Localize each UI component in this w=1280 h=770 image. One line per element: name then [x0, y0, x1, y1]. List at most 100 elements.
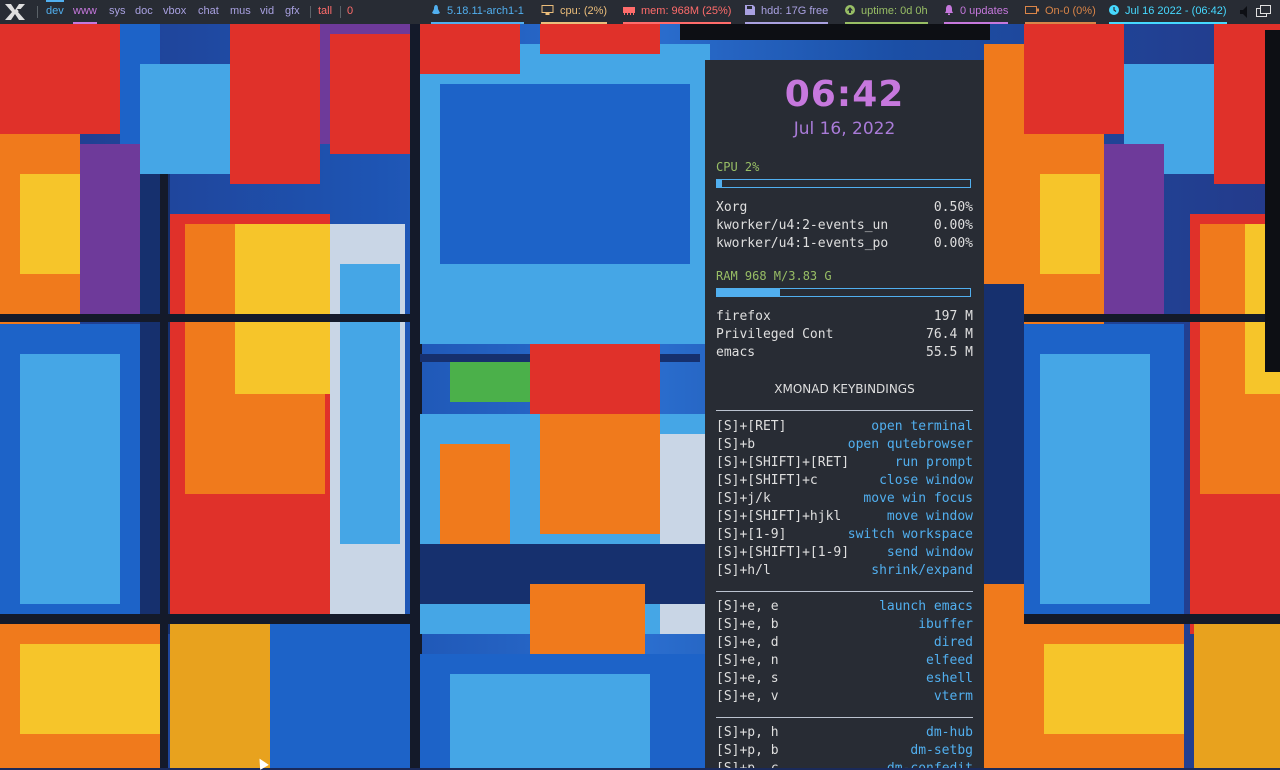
- cpu-process-row-key: kworker/u4:1-events_po: [716, 236, 889, 251]
- monitor-icon: [541, 5, 554, 15]
- keybinding-row: [S]+p, b dm-setbg: [716, 742, 973, 760]
- cpu-process-row-value: 0.00%: [933, 236, 973, 251]
- keybinding-row-key: [S]+p, c: [716, 760, 779, 768]
- floppy-disk-icon: [745, 5, 755, 15]
- ram-process-row-value: 76.4 M: [926, 327, 973, 342]
- workspace-vbox[interactable]: vbox: [163, 0, 186, 24]
- uptime-value: uptime: 0d 0h: [861, 5, 928, 17]
- cpu-process-row-value: 0.00%: [933, 218, 973, 233]
- keybinding-row: [S]+[RET] open terminal: [716, 418, 973, 436]
- keybinding-row-value: eshell: [926, 671, 973, 686]
- workspace-www[interactable]: www: [73, 0, 97, 24]
- keybinding-row-value: elfeed: [926, 653, 973, 668]
- layout-indicator[interactable]: tall: [318, 0, 332, 24]
- keybinding-row: [S]+e, s eshell: [716, 670, 973, 688]
- ram-process-row-key: emacs: [716, 345, 756, 360]
- keybinding-row-value: switch workspace: [847, 527, 973, 542]
- keybindings-heading: XMONAD KEYBINDINGS: [774, 382, 915, 396]
- keybinding-row: [S]+[1-9] switch workspace: [716, 526, 973, 544]
- ram-process-row-value: 55.5 M: [926, 345, 973, 360]
- keybinding-row: [S]+e, d dired: [716, 634, 973, 652]
- divider: [716, 410, 973, 411]
- cpu-process-row: Xorg 0.50%: [716, 199, 973, 217]
- keybinding-row: [S]+j/k move win focus: [716, 490, 973, 508]
- keybinding-row-key: [S]+p, b: [716, 743, 779, 758]
- xmonad-logo-icon: [5, 4, 25, 20]
- separator: [310, 6, 311, 18]
- conky-panel: 06:42 Jul 16, 2022 CPU 2% Xorg 0.50% kwork…: [705, 60, 984, 768]
- ram-bar-fill: [717, 289, 781, 296]
- keybinding-row-key: [S]+[SHIFT]+hjkl: [716, 509, 842, 524]
- keybinding-row-value: open qutebrowser: [847, 437, 973, 452]
- workspace-doc[interactable]: doc: [135, 0, 153, 24]
- workspace-dev[interactable]: dev: [46, 0, 64, 24]
- keybinding-row-key: [S]+j/k: [716, 491, 771, 506]
- system-tray-icon[interactable]: [1256, 5, 1271, 19]
- uptime-module: uptime: 0d 0h: [845, 0, 928, 24]
- kernel-module: 5.18.11-arch1-1: [431, 0, 524, 24]
- keybinding-row-key: [S]+[RET]: [716, 419, 787, 434]
- memory-chip-icon: [623, 7, 635, 15]
- updates-module[interactable]: 0 updates: [944, 0, 1009, 24]
- keybinding-row-value: send window: [886, 545, 973, 560]
- keybinding-row: [S]+[SHIFT]+hjkl move window: [716, 508, 973, 526]
- keybinding-row-value: vterm: [933, 689, 973, 704]
- keybinding-row-key: [S]+[SHIFT]+c: [716, 473, 818, 488]
- cpu-process-row: kworker/u4:1-events_po 0.00%: [716, 235, 973, 253]
- keybinding-row: [S]+p, c dm-confedit: [716, 760, 973, 768]
- separator: [37, 6, 38, 18]
- keybinding-row-key: [S]+e, v: [716, 689, 779, 704]
- keybinding-row-key: [S]+[1-9]: [716, 527, 787, 542]
- keybinding-row: [S]+e, e launch emacs: [716, 598, 973, 616]
- keybinding-row-value: run prompt: [894, 455, 973, 470]
- keybinding-row: [S]+e, b ibuffer: [716, 616, 973, 634]
- workspace-chat[interactable]: chat: [198, 0, 219, 24]
- keybinding-row-key: [S]+e, n: [716, 653, 779, 668]
- keybinding-row-value: shrink/expand: [871, 563, 973, 578]
- cpu-bar: [716, 179, 971, 188]
- conky-clock: 06:42: [784, 74, 905, 115]
- keybinding-row: [S]+[SHIFT]+[RET] run prompt: [716, 454, 973, 472]
- cpu-usage: cpu: (2%): [560, 5, 608, 17]
- cpu-process-row-key: Xorg: [716, 200, 748, 215]
- keybinding-row-key: [S]+e, b: [716, 617, 779, 632]
- cpu-bar-fill: [717, 180, 723, 187]
- window-count: 0: [347, 5, 354, 17]
- keybinding-row-value: dired: [933, 635, 973, 650]
- kernel-version: 5.18.11-arch1-1: [447, 5, 524, 17]
- keybinding-row-key: [S]+[SHIFT]+[1-9]: [716, 545, 850, 560]
- keybinding-row: [S]+p, h dm-hub: [716, 724, 973, 742]
- hdd-module: hdd: 17G free: [745, 0, 829, 24]
- keybinding-row: [S]+[SHIFT]+[1-9] send window: [716, 544, 973, 562]
- ram-label: RAM 968 M/3.83 G: [716, 269, 832, 283]
- divider: [716, 591, 973, 592]
- keybinding-row-value: close window: [879, 473, 973, 488]
- keybinding-row-key: [S]+e, s: [716, 671, 779, 686]
- keybinding-row-value: move window: [886, 509, 973, 524]
- keybinding-row: [S]+[SHIFT]+c close window: [716, 472, 973, 490]
- desktop-wallpaper: [0, 24, 1280, 768]
- memory-usage: mem: 968M (25%): [641, 5, 732, 17]
- linux-penguin-icon: [432, 5, 440, 14]
- ram-process-row-value: 197 M: [933, 309, 973, 324]
- keybinding-row-value: launch emacs: [879, 599, 973, 614]
- dark-strip: [680, 24, 990, 40]
- arrow-up-circle-icon: [845, 5, 855, 15]
- updates-count: 0 updates: [960, 5, 1009, 17]
- bell-icon: [945, 5, 953, 15]
- keybinding-row-key: [S]+[SHIFT]+[RET]: [716, 455, 850, 470]
- workspace-gfx[interactable]: gfx: [285, 0, 300, 24]
- ram-process-row: emacs 55.5 M: [716, 344, 973, 362]
- speaker-icon[interactable]: [1240, 6, 1252, 18]
- battery-module: On-0 (0%): [1025, 0, 1096, 24]
- workspace-sys[interactable]: sys: [109, 0, 126, 24]
- workspace-mus[interactable]: mus: [230, 0, 251, 24]
- workspace-vid[interactable]: vid: [260, 0, 274, 24]
- keybinding-row-key: [S]+e, e: [716, 599, 779, 614]
- keybinding-row: [S]+e, n elfeed: [716, 652, 973, 670]
- battery-status: On-0 (0%): [1045, 5, 1096, 17]
- keybinding-row-value: dm-confedit: [887, 760, 973, 768]
- xmobar-top-bar: dev www sys doc vbox chat mus vid gfx ta…: [0, 0, 1280, 24]
- datetime-module: Jul 16 2022 - (06:42): [1109, 0, 1227, 24]
- ram-process-row-key: firefox: [716, 309, 771, 324]
